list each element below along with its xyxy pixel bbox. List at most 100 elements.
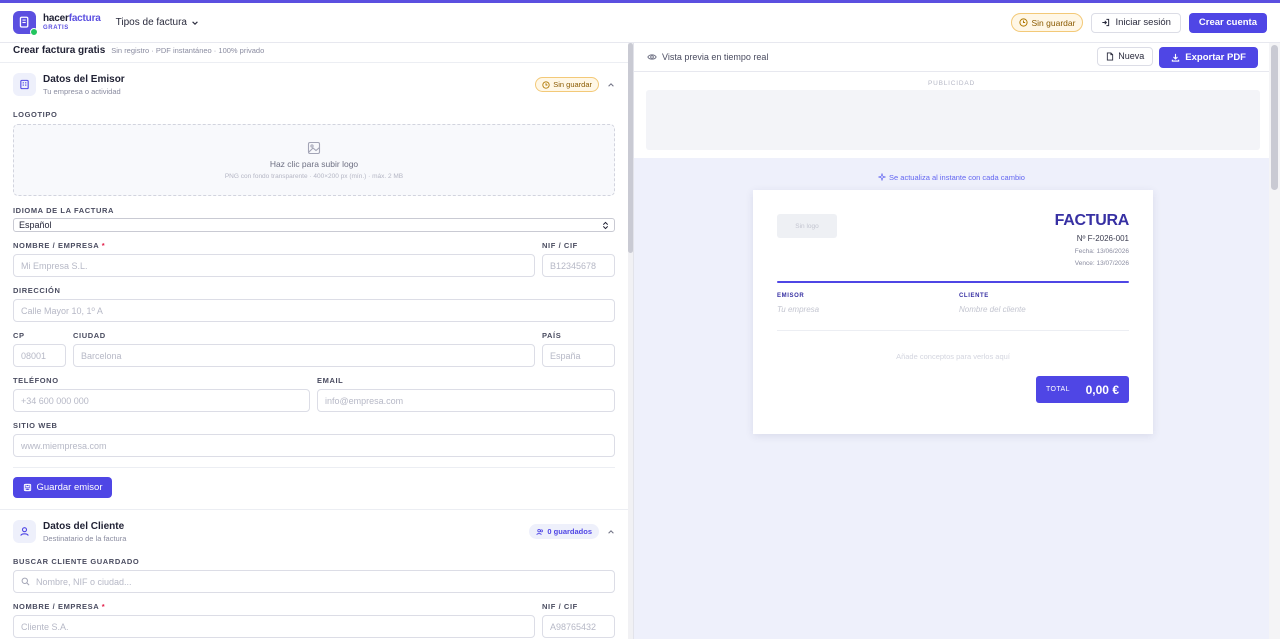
chevron-up-icon[interactable] <box>607 528 615 536</box>
email-label: EMAIL <box>317 376 344 385</box>
invoice-number: Nº F-2026-001 <box>1076 234 1129 243</box>
city-label: CIUDAD <box>73 331 106 340</box>
live-preview-label: Vista previa en tiempo real <box>662 52 769 62</box>
login-label: Iniciar sesión <box>1115 17 1171 28</box>
brand-name-a: hacer <box>43 13 69 24</box>
client-title: Datos del Cliente <box>43 520 125 532</box>
country-input[interactable]: España <box>542 344 615 367</box>
brand-logo[interactable] <box>13 11 38 36</box>
login-button[interactable]: Iniciar sesión <box>1091 12 1181 33</box>
check-dot-icon <box>30 28 38 36</box>
client-search-label: BUSCAR CLIENTE GUARDADO <box>13 557 140 566</box>
ad-label: PUBLICIDAD <box>927 80 975 87</box>
phone-label: TELÉFONO <box>13 376 59 385</box>
language-value: Español <box>19 220 52 230</box>
brand-name-b: factura <box>68 13 101 24</box>
language-label: IDIOMA DE LA FACTURA <box>13 206 115 215</box>
saved-clients-badge: 0 guardados <box>529 524 599 539</box>
client-search-input[interactable]: Nombre, NIF o ciudad... <box>13 570 615 593</box>
clock-icon <box>542 80 550 89</box>
issuer-nif-input[interactable]: B12345678 <box>542 254 615 277</box>
chevron-up-icon[interactable] <box>607 81 615 89</box>
user-icon <box>13 520 36 543</box>
cp-input[interactable]: 08001 <box>13 344 66 367</box>
logo-upload-hint: PNG con fondo transparente · 400×200 px … <box>224 172 404 180</box>
instant-update-note: Se actualiza al instante con cada cambio <box>634 173 1269 182</box>
page-scrollbar-thumb[interactable] <box>1271 45 1278 190</box>
save-issuer-button[interactable]: Guardar emisor <box>13 477 112 498</box>
ad-zone: PUBLICIDAD <box>634 72 1269 158</box>
export-pdf-label: Exportar PDF <box>1185 51 1246 63</box>
invoice-logo-placeholder: Sin logo <box>777 214 837 238</box>
brand[interactable]: hacerfactura GRATIS <box>43 13 101 32</box>
download-icon <box>1172 53 1180 62</box>
issuer-title: Datos del Emisor <box>43 73 125 85</box>
logo-upload-dropzone[interactable]: Haz clic para subir logo PNG con fondo t… <box>13 124 615 196</box>
image-icon <box>307 141 321 154</box>
issuer-name-input[interactable]: Mi Empresa S.L. <box>13 254 535 277</box>
search-icon <box>21 577 30 586</box>
issuer-section-header[interactable]: Datos del Emisor Tu empresa o actividad … <box>13 63 615 106</box>
preview-panel: Vista previa en tiempo real Nueva Export… <box>634 43 1269 639</box>
phone-input[interactable]: +34 600 000 000 <box>13 389 310 412</box>
email-input[interactable]: info@empresa.com <box>317 389 615 412</box>
invoice-form-panel: Crear factura gratis Sin registro · PDF … <box>0 43 628 639</box>
saved-clients-text: 0 guardados <box>547 527 592 536</box>
file-icon <box>1107 52 1114 60</box>
invoice-empty-items: Añade conceptos para verlos aquí <box>896 352 1010 361</box>
invoice-header-rule <box>777 281 1129 283</box>
invoice-due-date: Vence: 13/07/2026 <box>1074 260 1129 267</box>
unsaved-status-badge: Sin guardar <box>1010 13 1084 32</box>
client-subtitle: Destinatario de la factura <box>43 533 127 543</box>
save-icon <box>23 483 31 492</box>
export-pdf-button[interactable]: Exportar PDF <box>1159 46 1258 68</box>
invoice-issuer-block: EMISOR Tu empresa <box>777 293 819 314</box>
chevron-down-icon <box>192 20 198 25</box>
login-icon <box>1102 18 1110 27</box>
invoice-client-block: CLIENTE Nombre del cliente <box>959 293 1026 314</box>
invoice-types-menu[interactable]: Tipos de factura <box>116 17 199 28</box>
signup-button[interactable]: Crear cuenta <box>1188 12 1267 33</box>
issuer-unsaved-badge: Sin guardar <box>535 77 599 92</box>
brand-tagline: GRATIS <box>43 25 69 31</box>
client-search-placeholder: Nombre, NIF o ciudad... <box>36 576 132 587</box>
issuer-nif-label: NIF / CIF <box>542 241 578 250</box>
page-subtitle: Sin registro · PDF instantáneo · 100% pr… <box>111 46 265 55</box>
invoice-items-rule <box>777 330 1129 331</box>
logo-upload-text: Haz clic para subir logo <box>269 158 359 169</box>
page-scrollbar[interactable] <box>1269 43 1280 639</box>
invoice-total-box: TOTAL 0,00 € <box>1036 376 1129 403</box>
client-section-header[interactable]: Datos del Cliente Destinatario de la fac… <box>13 510 615 553</box>
invoice-total-label: TOTAL <box>1046 386 1070 393</box>
invoice-issuer-value: Tu empresa <box>777 305 820 314</box>
client-nif-input[interactable]: A98765432 <box>542 615 615 638</box>
page-title: Crear factura gratis <box>13 45 106 56</box>
language-select[interactable]: Español <box>13 218 615 232</box>
new-invoice-button[interactable]: Nueva <box>1097 46 1154 66</box>
ad-slot[interactable] <box>646 90 1260 150</box>
sparkle-icon <box>878 173 887 181</box>
invoice-issuer-heading: EMISOR <box>777 293 805 299</box>
country-label: PAÍS <box>542 331 562 340</box>
logo-label: LOGOTIPO <box>13 110 58 119</box>
website-input[interactable]: www.miempresa.com <box>13 434 615 457</box>
eye-icon <box>647 54 657 60</box>
city-input[interactable]: Barcelona <box>73 344 535 367</box>
invoice-date: Fecha: 13/06/2026 <box>1074 248 1129 255</box>
save-issuer-label: Guardar emisor <box>36 482 103 493</box>
invoice-title: FACTURA <box>1054 212 1130 229</box>
client-name-label: NOMBRE / EMPRESA * <box>13 602 106 611</box>
invoice-client-value: Nombre del cliente <box>959 305 1026 314</box>
unsaved-status-text: Sin guardar <box>1031 17 1076 28</box>
issuer-divider <box>13 467 615 468</box>
clock-icon <box>1018 18 1028 27</box>
select-arrows-icon <box>602 221 609 229</box>
client-nif-label: NIF / CIF <box>542 602 578 611</box>
invoice-types-label: Tipos de factura <box>115 17 187 28</box>
client-name-input[interactable]: Cliente S.A. <box>13 615 535 638</box>
top-bar: hacerfactura GRATIS Tipos de factura Sin… <box>0 3 1280 43</box>
building-icon <box>13 73 36 96</box>
signup-label: Crear cuenta <box>1198 17 1257 28</box>
address-label: DIRECCIÓN <box>13 286 61 295</box>
address-input[interactable]: Calle Mayor 10, 1º A <box>13 299 615 322</box>
